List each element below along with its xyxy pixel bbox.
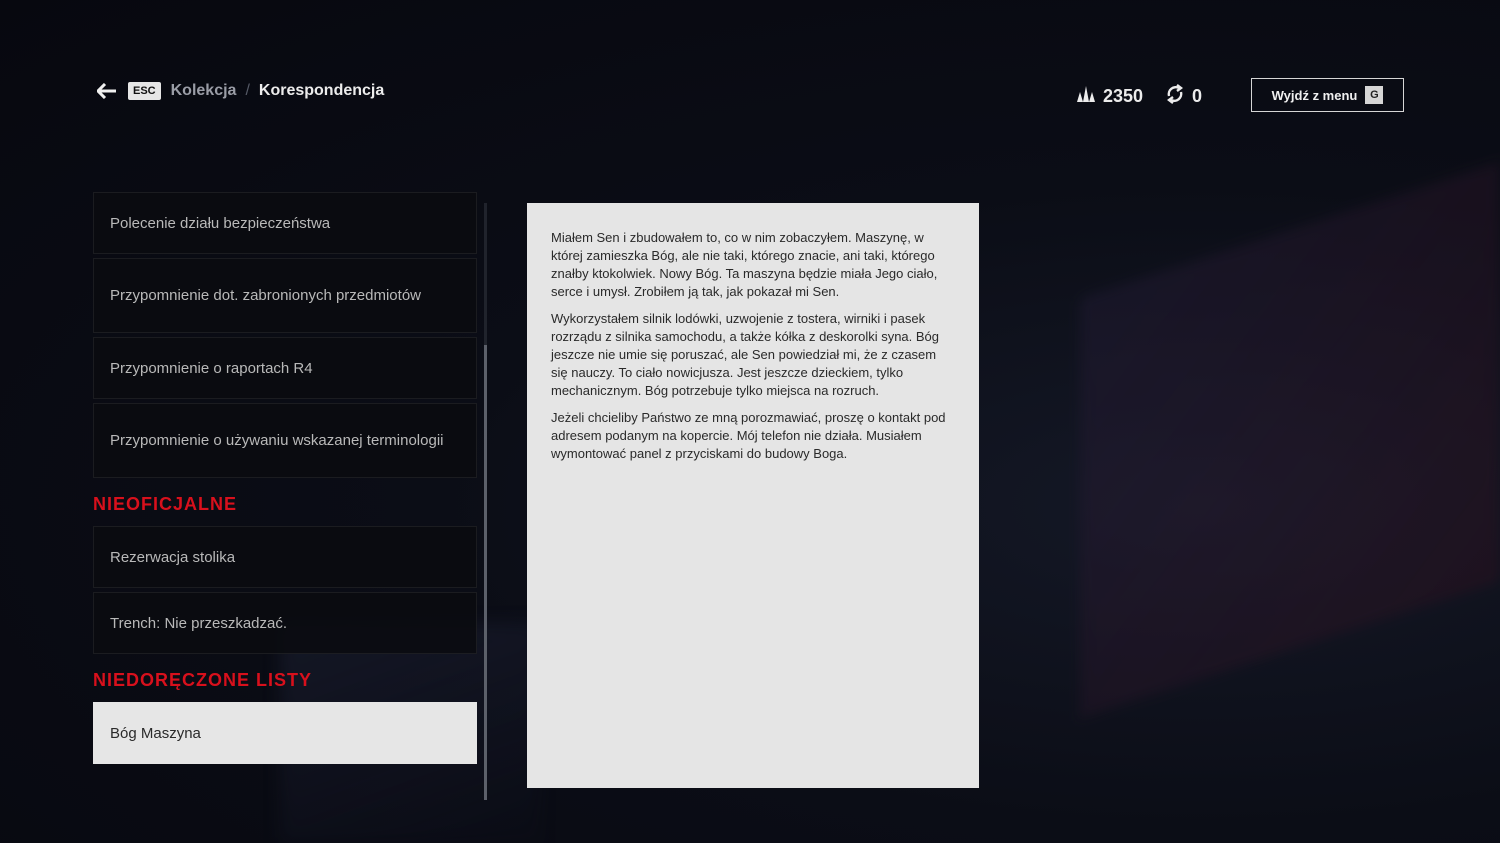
- letter-paragraph: Wykorzystałem silnik lodówki, uzwojenie …: [551, 311, 940, 398]
- page-title: Korespondencja: [258, 82, 385, 99]
- esc-key-hint[interactable]: ESC: [128, 82, 161, 100]
- list-item[interactable]: Przypomnienie o używaniu wskazanej termi…: [93, 403, 477, 478]
- exit-key-hint: G: [1365, 86, 1384, 104]
- list-item-label: Przypomnienie o raportach R4: [110, 359, 313, 377]
- merit-points-value: 2350: [1103, 86, 1144, 106]
- list-item-label: Rezerwacja stolika: [110, 548, 236, 566]
- list-item-label: Bóg Maszyna: [110, 724, 201, 742]
- breadcrumb: ESC Kolekcja / Korespondencja: [96, 80, 384, 102]
- list-item[interactable]: Polecenie działu bezpieczeństwa: [93, 192, 477, 254]
- exit-menu-button[interactable]: Wyjdź z menu G: [1251, 78, 1404, 112]
- breadcrumb-separator: /: [245, 82, 250, 99]
- list-item-selected[interactable]: Bóg Maszyna: [93, 702, 477, 764]
- scrollbar-track[interactable]: [484, 203, 487, 800]
- player-stats: 2350 0: [1076, 84, 1202, 109]
- merit-icon: [1076, 85, 1096, 108]
- letter-paragraph: Jeżeli chcieliby Państwo ze mną porozmaw…: [551, 410, 946, 461]
- exit-menu-label: Wyjdź z menu: [1271, 87, 1358, 103]
- list-item[interactable]: Rezerwacja stolika: [93, 526, 477, 588]
- merit-stat: 2350: [1076, 85, 1143, 108]
- list-item-label: Trench: Nie przeszkadzać.: [110, 614, 288, 632]
- section-title-undelivered: NIEDORĘCZONE LISTY: [93, 669, 313, 690]
- section-title-unofficial: NIEOFICJALNE: [93, 493, 238, 514]
- sync-count-value: 0: [1192, 86, 1203, 106]
- list-item[interactable]: Przypomnienie dot. zabronionych przedmio…: [93, 258, 477, 333]
- correspondence-list: Polecenie działu bezpieczeństwa Przypomn…: [93, 192, 477, 768]
- letter-paragraph: Miałem Sen i zbudowałem to, co w nim zob…: [551, 230, 938, 299]
- list-item[interactable]: Trench: Nie przeszkadzać.: [93, 592, 477, 654]
- list-item[interactable]: Przypomnienie o raportach R4: [93, 337, 477, 399]
- letter-document: Miałem Sen i zbudowałem to, co w nim zob…: [527, 203, 979, 788]
- list-item-label: Przypomnienie o używaniu wskazanej termi…: [110, 432, 444, 449]
- sync-icon: [1165, 84, 1185, 109]
- arrow-left-icon[interactable]: [96, 80, 118, 102]
- list-item-label: Przypomnienie dot. zabronionych przedmio…: [110, 287, 421, 304]
- background-shape: [1080, 161, 1500, 719]
- scrollbar-thumb[interactable]: [484, 345, 487, 800]
- list-item-label: Polecenie działu bezpieczeństwa: [110, 214, 331, 232]
- sync-stat: 0: [1165, 84, 1202, 109]
- breadcrumb-parent-link[interactable]: Kolekcja: [171, 82, 237, 100]
